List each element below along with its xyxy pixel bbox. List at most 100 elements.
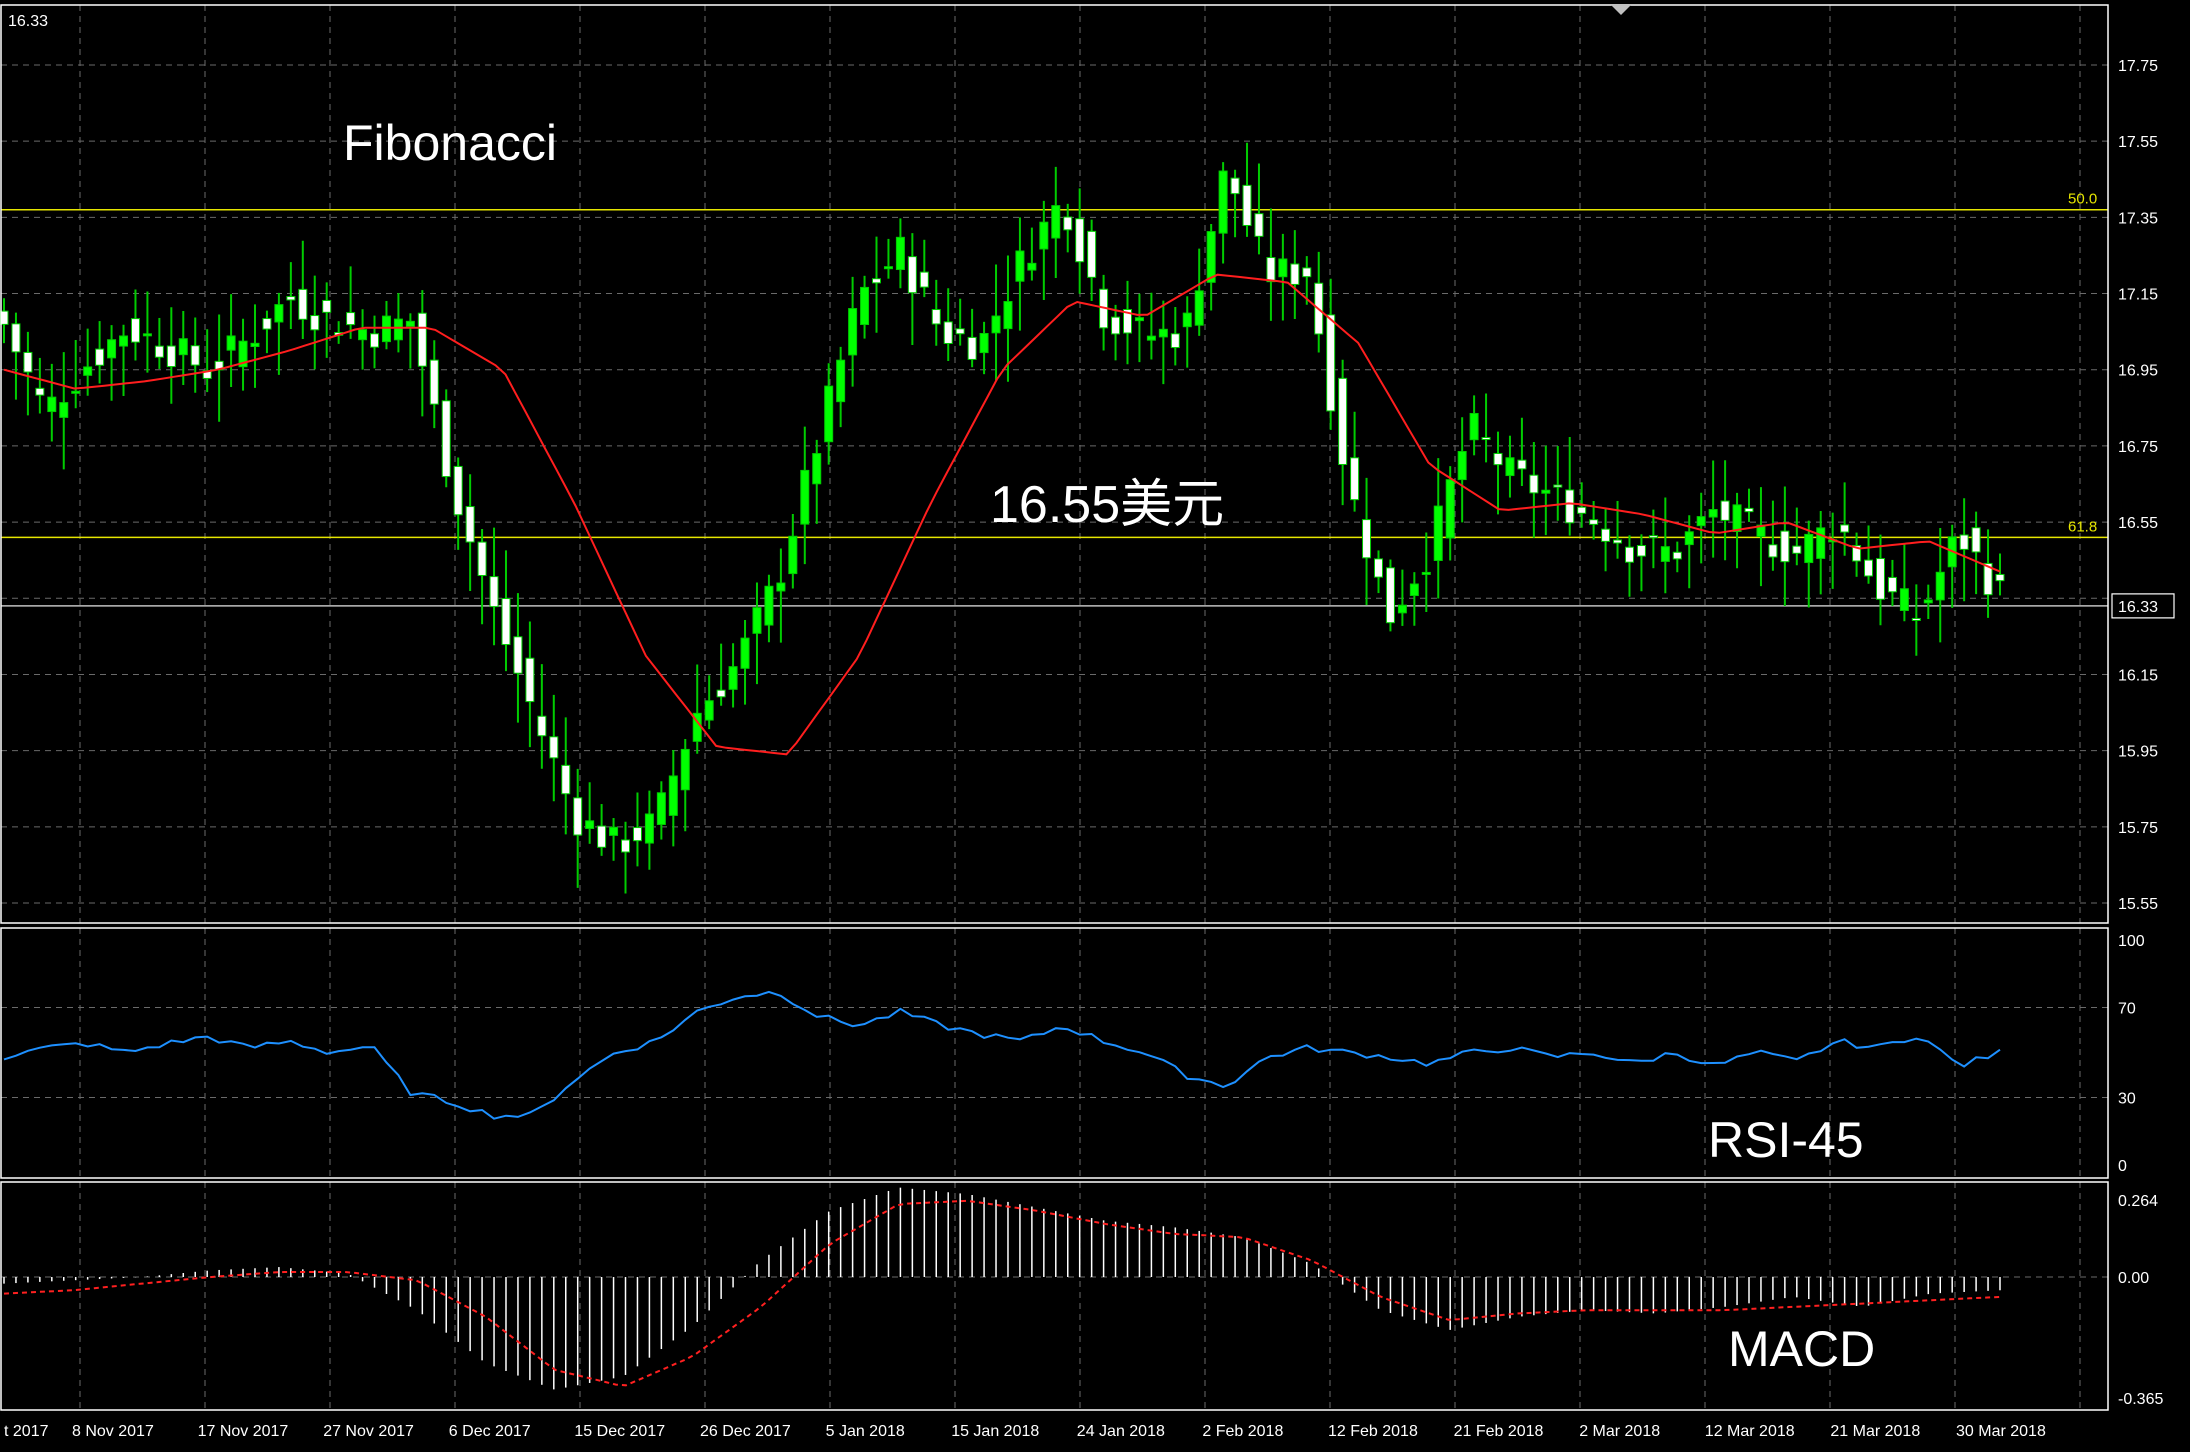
candle-body xyxy=(381,315,391,343)
candle-body xyxy=(441,400,451,478)
candle-body xyxy=(1923,599,1933,604)
candle-body xyxy=(1146,335,1156,341)
rsi-tick-label: 30 xyxy=(2118,1091,2136,1108)
candle-body xyxy=(1708,509,1718,518)
candle-body xyxy=(1911,617,1921,621)
candle-body xyxy=(1397,604,1407,614)
candle-body xyxy=(166,345,176,368)
candle-body xyxy=(358,329,368,341)
candle-body xyxy=(1170,333,1180,349)
time-tick-label: 24 Jan 2018 xyxy=(1077,1423,1165,1440)
candle-body xyxy=(812,453,822,485)
candle-body xyxy=(1302,267,1312,278)
candle-body xyxy=(1421,571,1431,575)
candle-body xyxy=(1553,484,1563,488)
candle-body xyxy=(1385,567,1395,624)
time-tick-label: 8 Nov 2017 xyxy=(72,1423,154,1440)
candle-body xyxy=(1433,505,1443,561)
candle-body xyxy=(417,312,427,367)
candle-body xyxy=(1864,559,1874,577)
candle-body xyxy=(298,288,308,320)
candle-body xyxy=(1840,524,1850,533)
candle-body xyxy=(1887,576,1897,593)
price-tick-label: 17.55 xyxy=(2118,134,2158,151)
candle-body xyxy=(1660,546,1670,562)
candle-body xyxy=(1959,534,1969,550)
fib-level-label-1: 61.8 xyxy=(2068,518,2097,535)
candle-body xyxy=(979,332,989,354)
candle-body xyxy=(1409,583,1419,597)
candle-body xyxy=(907,256,917,294)
candle-body xyxy=(656,792,666,825)
macd-label: MACD xyxy=(1728,1321,1875,1377)
candle-body xyxy=(1015,250,1025,282)
candle-body xyxy=(429,359,439,405)
candle-body xyxy=(943,321,953,344)
candle-body xyxy=(1816,527,1826,559)
rsi-tick-label: 70 xyxy=(2118,1001,2136,1018)
candle-body xyxy=(107,339,117,359)
candle-body xyxy=(1182,312,1192,328)
time-tick-label: 12 Feb 2018 xyxy=(1328,1423,1418,1440)
candle-body xyxy=(800,469,810,525)
candle-body xyxy=(1254,213,1264,237)
candle-body xyxy=(322,299,332,313)
price-tick-label: 17.35 xyxy=(2118,210,2158,227)
candle-body xyxy=(71,390,81,394)
candle-body xyxy=(1696,516,1706,527)
candle-body xyxy=(668,775,678,816)
candle-body xyxy=(513,636,523,674)
candle-body xyxy=(872,278,882,284)
candle-body xyxy=(1242,184,1252,226)
candle-body xyxy=(1445,479,1455,539)
candle-body xyxy=(1134,317,1144,322)
candle-body xyxy=(752,607,762,634)
candle-body xyxy=(1206,231,1216,283)
price-tick-label: 16.15 xyxy=(2118,667,2158,684)
candle-body xyxy=(274,304,284,323)
price-tick-label: 15.55 xyxy=(2118,896,2158,913)
candle-body xyxy=(537,715,547,737)
time-tick-label: 15 Jan 2018 xyxy=(951,1423,1039,1440)
candle-body xyxy=(991,315,1001,334)
candle-body xyxy=(83,366,93,376)
candle-body xyxy=(1003,301,1013,330)
candle-body xyxy=(1326,314,1336,412)
candle-body xyxy=(1577,506,1587,514)
candle-body xyxy=(1194,290,1204,326)
candle-body xyxy=(1266,257,1276,283)
candle-body xyxy=(130,318,140,343)
candle-body xyxy=(883,266,893,270)
candle-body xyxy=(621,839,631,853)
price-tick-label: 17.75 xyxy=(2118,58,2158,75)
candle-body xyxy=(178,338,188,356)
candle-body xyxy=(1158,328,1168,338)
candle-body xyxy=(1051,205,1061,239)
time-tick-label: 2 Mar 2018 xyxy=(1579,1423,1660,1440)
candle-body xyxy=(465,506,475,543)
candle-body xyxy=(1039,221,1049,250)
time-tick-label: 21 Mar 2018 xyxy=(1830,1423,1920,1440)
candle-body xyxy=(1087,230,1097,278)
candle-body xyxy=(453,465,463,516)
candle-body xyxy=(895,236,905,271)
candle-body xyxy=(1338,377,1348,466)
candle-body xyxy=(1290,263,1300,285)
candle-body xyxy=(1601,528,1611,542)
candle-body xyxy=(489,576,499,608)
candle-body xyxy=(585,820,595,829)
candle-body xyxy=(919,271,929,288)
candle-body xyxy=(1875,558,1885,600)
candle-body xyxy=(1362,519,1372,559)
time-tick-label: 6 Dec 2017 xyxy=(449,1423,531,1440)
candle-body xyxy=(501,598,511,646)
candle-body xyxy=(393,318,403,341)
time-tick-label: 30 Mar 2018 xyxy=(1956,1423,2046,1440)
price-tick-label: 15.75 xyxy=(2118,820,2158,837)
candle-body xyxy=(1899,588,1909,612)
candle-body xyxy=(310,315,320,331)
candle-body xyxy=(262,318,272,330)
candle-body xyxy=(644,813,654,844)
price-tick-label: 15.95 xyxy=(2118,744,2158,761)
candle-body xyxy=(1529,474,1539,494)
